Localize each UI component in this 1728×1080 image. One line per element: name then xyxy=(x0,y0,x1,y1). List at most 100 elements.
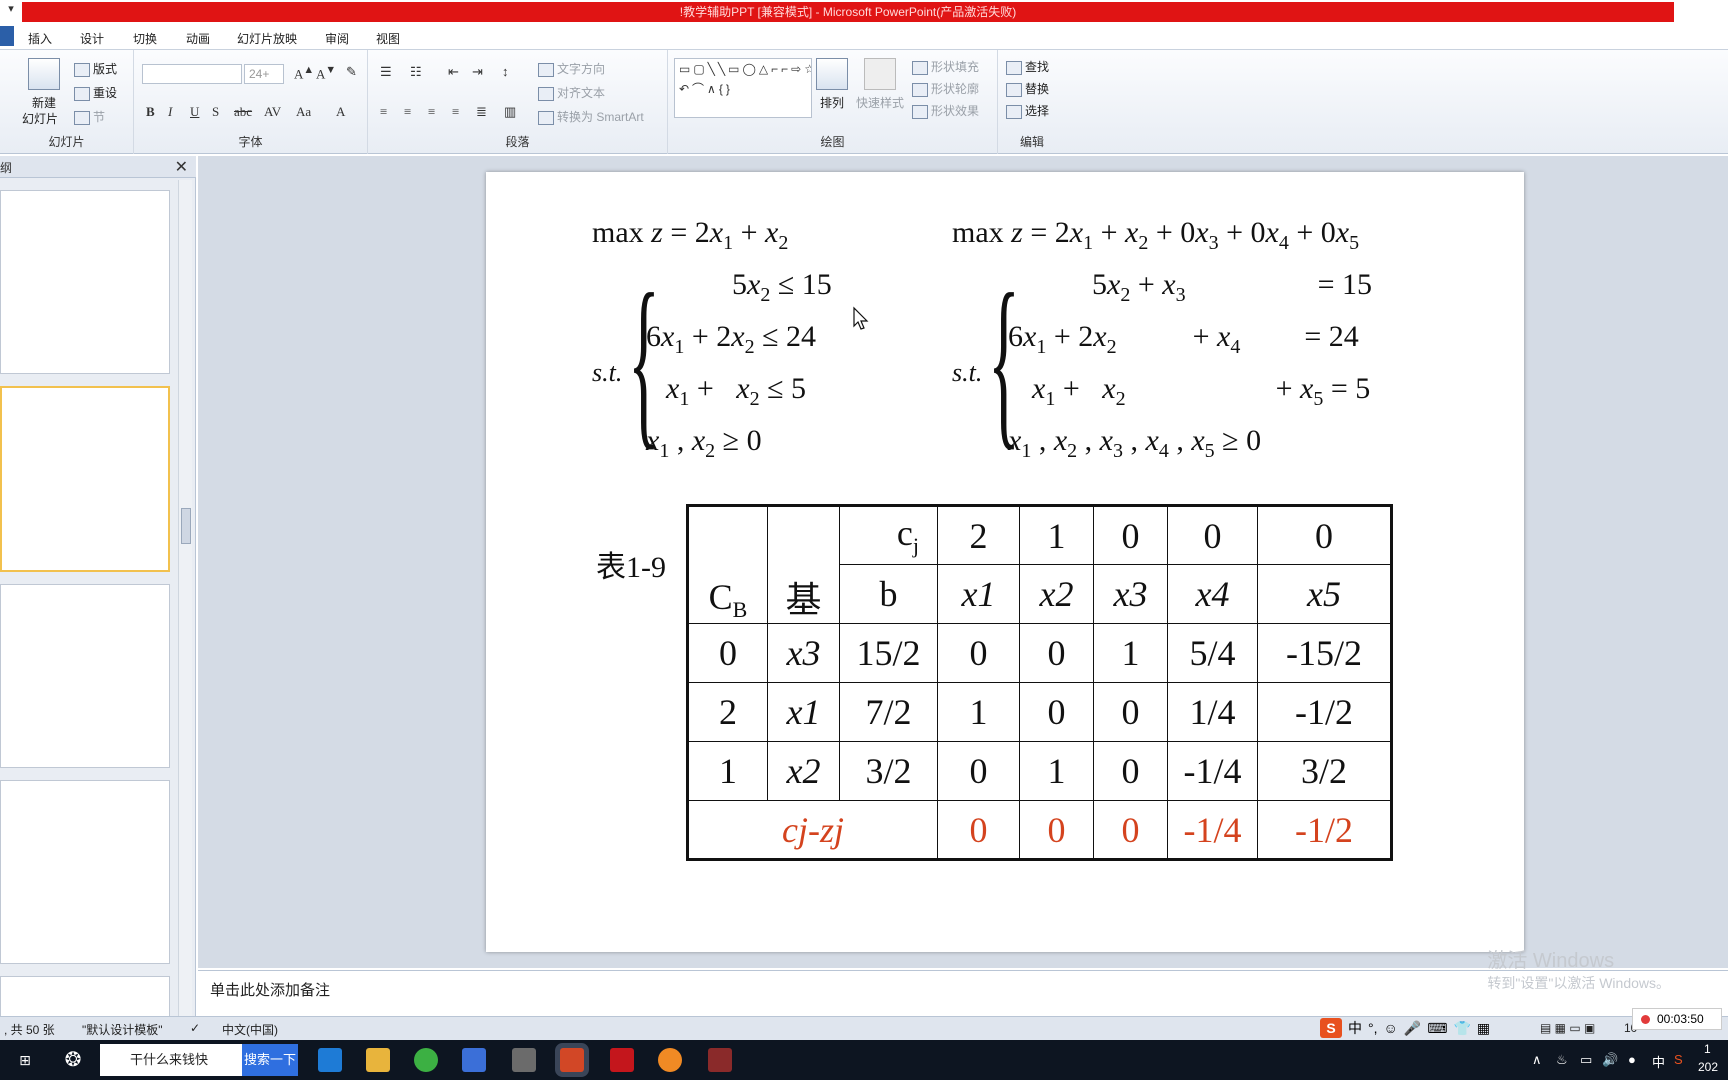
slide-thumbnail[interactable] xyxy=(0,190,170,374)
layout-button[interactable]: 版式 xyxy=(74,60,117,77)
tab-slideshow[interactable]: 幻灯片放映 xyxy=(237,30,297,47)
recording-timer[interactable]: 00:03:50 xyxy=(1632,1008,1722,1030)
shape-fill-button[interactable]: 形状填充 xyxy=(912,58,979,75)
slide-count: , 共 50 张 xyxy=(4,1023,55,1037)
bullets-button[interactable]: ☰ xyxy=(380,64,392,80)
browser-360-icon[interactable] xyxy=(414,1048,438,1072)
network-icon[interactable]: ▭ xyxy=(1580,1052,1592,1068)
font-name-combo[interactable] xyxy=(142,64,242,84)
bold-button[interactable]: B xyxy=(146,104,155,120)
ime-keyboard-icon[interactable]: ⌨ xyxy=(1427,1020,1447,1037)
ime-lang[interactable]: 中 xyxy=(1348,1018,1362,1038)
ime-emoji-icon[interactable]: ☺ xyxy=(1384,1020,1398,1036)
tray-green-icon[interactable]: ● xyxy=(1628,1052,1636,1067)
columns-button[interactable]: ▥ xyxy=(504,104,516,120)
quick-styles-button[interactable]: 快速样式 xyxy=(856,94,904,111)
shape-effects-button[interactable]: 形状效果 xyxy=(912,102,979,119)
align-text-button[interactable]: 对齐文本 xyxy=(538,84,605,101)
ime-skin-icon[interactable]: 👕 xyxy=(1453,1020,1470,1037)
underline-button[interactable]: U xyxy=(190,104,199,120)
shadow-button[interactable]: S xyxy=(212,104,219,120)
decrease-indent-button[interactable]: ⇤ xyxy=(448,64,459,80)
slide-thumbnail[interactable] xyxy=(0,780,170,964)
align-center-button[interactable]: ≡ xyxy=(404,104,411,120)
tab-animations[interactable]: 动画 xyxy=(186,30,210,47)
ime-mic-icon[interactable]: 🎤 xyxy=(1404,1020,1421,1037)
ribbon: 新建 幻灯片 版式 重设 节 幻灯片 24+ A▲ A▼ ✎ B I U S a… xyxy=(0,50,1728,154)
slide-thumbnail-selected[interactable] xyxy=(0,386,170,572)
tray-sogou-icon[interactable]: S xyxy=(1674,1052,1683,1067)
shrink-font-button[interactable]: A▼ xyxy=(316,64,336,82)
align-right-button[interactable]: ≡ xyxy=(428,104,435,120)
align-text-icon xyxy=(538,86,554,101)
select-button[interactable]: 选择 xyxy=(1006,102,1049,119)
calculator-icon[interactable] xyxy=(512,1048,536,1072)
search-button[interactable]: 搜索一下 xyxy=(242,1044,298,1076)
increase-indent-button[interactable]: ⇥ xyxy=(472,64,483,80)
reset-button[interactable]: 重设 xyxy=(74,84,117,101)
tab-insert[interactable]: 插入 xyxy=(28,30,52,47)
line-spacing-button[interactable]: ↕ xyxy=(502,64,509,80)
slides-pane-scrollbar[interactable] xyxy=(178,180,192,1016)
justify-button[interactable]: ≡ xyxy=(452,104,459,120)
text-direction-button[interactable]: 文字方向 xyxy=(538,60,605,77)
replace-button[interactable]: 替换 xyxy=(1006,80,1049,97)
file-tab[interactable] xyxy=(0,26,14,46)
paint-app-icon[interactable] xyxy=(658,1048,682,1072)
tab-design[interactable]: 设计 xyxy=(80,30,104,47)
new-slide-button[interactable]: 新建 xyxy=(32,94,56,111)
task-view-icon[interactable]: ⊞ xyxy=(10,1046,40,1074)
ime-tools-icon[interactable]: ▦ xyxy=(1477,1020,1490,1037)
tray-app-icon[interactable]: ♨ xyxy=(1556,1052,1568,1068)
sogou-icon[interactable]: S xyxy=(1320,1018,1342,1038)
store-icon[interactable] xyxy=(462,1048,486,1072)
slide-thumbnail[interactable] xyxy=(0,584,170,768)
change-case-button[interactable]: Aa xyxy=(296,104,311,120)
align-left-button[interactable]: ≡ xyxy=(380,104,387,120)
arrange-button[interactable]: 排列 xyxy=(820,94,844,111)
outline-tab[interactable]: 纲 xyxy=(0,159,12,176)
edge-icon[interactable] xyxy=(318,1048,342,1072)
search-box[interactable]: 干什么来钱快 xyxy=(100,1044,242,1076)
ime-punct-icon[interactable]: °, xyxy=(1368,1020,1378,1036)
tab-view[interactable]: 视图 xyxy=(376,30,400,47)
spell-check-icon[interactable]: ✓ xyxy=(190,1021,200,1035)
clock-date[interactable]: 202 xyxy=(1698,1060,1718,1074)
powerpoint-icon[interactable] xyxy=(560,1048,584,1072)
language-indicator[interactable]: 中文(中国) xyxy=(222,1021,278,1038)
file-explorer-icon[interactable] xyxy=(366,1048,390,1072)
volume-icon[interactable]: 🔊 xyxy=(1602,1052,1618,1068)
char-spacing-button[interactable]: AV xyxy=(264,104,281,120)
distributed-button[interactable]: ≣ xyxy=(476,104,487,120)
recorder-app-icon[interactable] xyxy=(708,1048,732,1072)
tab-review[interactable]: 审阅 xyxy=(325,30,349,47)
strikethrough-button[interactable]: abc xyxy=(234,104,252,120)
grow-font-button[interactable]: A▲ xyxy=(294,64,314,82)
ime-toolbar[interactable]: S 中 °, ☺ 🎤 ⌨ 👕 ▦ xyxy=(1320,1016,1490,1040)
font-size-combo[interactable]: 24+ xyxy=(244,64,284,84)
convert-smartart-button[interactable]: 转换为 SmartArt xyxy=(538,108,644,125)
pdf-reader-icon[interactable] xyxy=(610,1048,634,1072)
close-pane-icon[interactable]: ✕ xyxy=(175,157,188,177)
numbering-button[interactable]: ☷ xyxy=(410,64,422,80)
view-buttons[interactable]: ▤ ▦ ▭ ▣ xyxy=(1540,1021,1595,1035)
font-color-button[interactable]: A xyxy=(336,104,345,120)
slide[interactable]: max z = 2x1 + x2 s.t. { 5x2 ≤ 15 6x1 + 2… xyxy=(486,172,1524,952)
shapes-gallery[interactable]: ▭▢╲╲▭◯△⌐⌐⇨☆{}↶⌒∧{} xyxy=(674,58,812,118)
shape-outline-button[interactable]: 形状轮廓 xyxy=(912,80,979,97)
tab-transitions[interactable]: 切换 xyxy=(133,30,157,47)
section-button[interactable]: 节 xyxy=(74,108,105,125)
tray-arrow-icon[interactable]: ∧ xyxy=(1532,1052,1542,1068)
scrollbar-thumb[interactable] xyxy=(181,508,191,544)
slide-thumbnail[interactable] xyxy=(0,976,170,1018)
app-360-icon[interactable]: ❂ xyxy=(58,1046,88,1074)
italic-button[interactable]: I xyxy=(168,104,172,120)
title-bar: ▾ !教学辅助PPT [兼容模式] - Microsoft PowerPoint… xyxy=(0,0,1728,22)
clear-format-button[interactable]: ✎ xyxy=(346,64,357,80)
tray-lang[interactable]: 中 xyxy=(1652,1052,1665,1071)
quick-access-menu[interactable]: ▾ xyxy=(0,2,22,22)
right-constraint-1: 5x2 + x3 = 15 xyxy=(1092,268,1372,306)
find-button[interactable]: 查找 xyxy=(1006,58,1049,75)
new-slide-button-label[interactable]: 幻灯片 xyxy=(22,110,58,127)
clock-time[interactable]: 1 xyxy=(1704,1042,1711,1056)
